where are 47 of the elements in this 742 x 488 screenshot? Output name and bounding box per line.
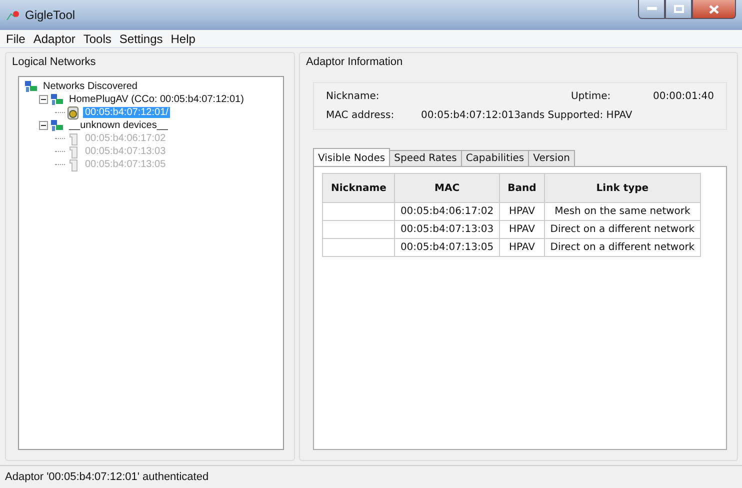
menu-item[interactable]: File [2, 32, 30, 46]
close-button[interactable] [692, 0, 736, 19]
close-icon [709, 4, 719, 14]
menu-item[interactable]: Settings [115, 32, 167, 46]
tab[interactable]: Visible Nodes [312, 148, 390, 166]
collapse-toggle[interactable] [39, 121, 49, 130]
tab[interactable]: Capabilities [460, 150, 530, 166]
column-header[interactable]: Nickname [322, 174, 395, 202]
table-cell: HPAV [499, 238, 545, 256]
app-icon [6, 9, 20, 21]
tree-item[interactable]: Networks Discovered [41, 81, 140, 92]
maximize-button[interactable] [665, 0, 692, 19]
column-header[interactable]: MAC [394, 174, 500, 202]
table-cell: Direct on a different network [544, 238, 700, 256]
field-label: MAC address: [326, 110, 396, 121]
collapse-toggle[interactable] [39, 95, 49, 104]
table-cell: HPAV [499, 202, 545, 220]
table-cell: Direct on a different network [544, 220, 700, 238]
column-header[interactable]: Band [499, 174, 545, 202]
menu-item[interactable]: Tools [79, 32, 116, 46]
field-value: 00:00:01:40 [652, 91, 714, 102]
maximize-icon [674, 5, 684, 13]
minimize-icon [646, 7, 656, 11]
status-text: Adaptor '00:05:b4:07:12:01' authenticated [5, 471, 209, 483]
network-computers-icon [24, 80, 38, 94]
table-cell: 00:05:b4:07:13:05 [394, 238, 500, 256]
tree-item[interactable]: HomePlugAV (CCo: 00:05:b4:07:12:01) [67, 94, 246, 105]
table-cell: 00:05:b4:07:13:03 [394, 220, 500, 238]
panel-title: Adaptor Information [304, 55, 404, 68]
menu-item[interactable]: Adaptor [29, 32, 80, 46]
tab[interactable]: Speed Rates [389, 150, 462, 166]
field-label: Uptime: [570, 91, 612, 102]
adapter-icon [66, 106, 80, 120]
network-computers-icon [50, 118, 64, 132]
network-computers-icon [50, 92, 64, 106]
table-cell: Mesh on the same network [544, 202, 700, 220]
tab[interactable]: Version [528, 150, 575, 166]
tree-item[interactable]: __unknown devices__ [67, 120, 170, 131]
table-cell: HPAV [499, 220, 545, 238]
minimize-button[interactable] [638, 0, 665, 19]
panel-title: Logical Networks [11, 55, 97, 68]
column-header[interactable]: Link type [544, 174, 700, 202]
window-title: GigleTool [25, 8, 76, 22]
table-cell: 00:05:b4:06:17:02 [394, 202, 500, 220]
field-value: 00:05:b4:07:12:013ands Supported: HPAV [420, 110, 632, 121]
field-label: Nickname: [326, 91, 380, 102]
menu-item[interactable]: Help [166, 32, 200, 46]
